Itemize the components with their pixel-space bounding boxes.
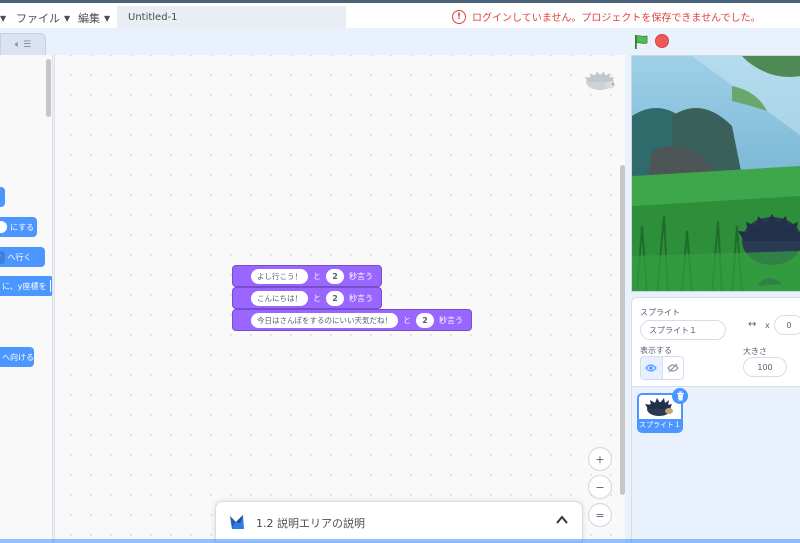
delete-sprite-button[interactable] — [672, 388, 688, 404]
zoom-in-button[interactable]: + — [588, 447, 612, 471]
tutorial-title: 1.2 説明エリアの説明 — [256, 517, 365, 530]
trash-icon — [676, 391, 684, 401]
x-position-input[interactable] — [774, 315, 800, 335]
stop-button[interactable] — [655, 34, 669, 48]
say-joiner-text: と — [313, 271, 321, 281]
target-dropdown[interactable]: ▾ — [0, 250, 5, 264]
show-button[interactable] — [641, 357, 662, 379]
palette-block-text: へ向ける — [2, 352, 34, 362]
sprite-list: スプライト１ — [631, 387, 800, 543]
edit-menu-label: 編集 — [78, 12, 100, 25]
sprite-label: スプライト — [640, 308, 680, 317]
say-message-input[interactable]: よし行こう！ — [251, 268, 308, 284]
eye-icon — [645, 364, 658, 372]
sprite-thumbnail-label: スプライト１ — [639, 419, 681, 431]
login-warning: ! ログインしていません。プロジェクトを保存できませんでした。 — [452, 9, 761, 24]
zoom-out-icon: − — [595, 480, 605, 494]
say-message-input[interactable]: こんにちは！ — [251, 290, 308, 306]
size-input[interactable] — [743, 357, 787, 377]
chevron-up-icon[interactable] — [555, 513, 569, 527]
say-for-secs-block[interactable]: 今日はさんぽをするのにいい天気だね！ と 2 秒言う — [232, 309, 472, 331]
say-seconds-input[interactable]: 2 — [326, 268, 344, 284]
code-area[interactable]: よし行こう！ と 2 秒言う こんにちは！ と 2 秒言う 今日はさんぽをするの… — [54, 55, 625, 543]
file-menu[interactable]: ファイル ▼ — [16, 8, 70, 28]
palette-block-set-direction[interactable]: にする — [0, 217, 37, 237]
palette-block-text: にする — [10, 222, 35, 232]
palette-block-go-to[interactable]: ▾ へ行く — [0, 247, 45, 267]
show-label: 表示する — [640, 346, 672, 355]
bottom-edge — [0, 539, 800, 543]
zoom-out-button[interactable]: − — [588, 475, 612, 499]
arrows-horizontal-icon: ↔ — [748, 319, 757, 330]
speaker-icon: 🔈︎ ☰ — [14, 39, 32, 50]
palette-block-go-to-xy[interactable]: に、y座標を — [0, 276, 52, 296]
hedgehog-sprite-icon — [585, 71, 615, 90]
eye-slash-icon — [667, 363, 679, 373]
say-seconds-input[interactable]: 2 — [326, 290, 344, 306]
zoom-reset-icon: = — [595, 508, 605, 522]
say-for-secs-block[interactable]: よし行こう！ と 2 秒言う — [232, 265, 382, 287]
login-warning-text: ログインしていません。プロジェクトを保存できませんでした。 — [472, 13, 761, 24]
say-message-input[interactable]: 今日はさんぽをするのにいい天気だね！ — [251, 312, 398, 328]
zoom-in-icon: + — [595, 452, 605, 466]
green-flag-icon[interactable] — [633, 34, 649, 50]
say-verb-text: 秒言う — [349, 271, 373, 281]
say-verb-text: 秒言う — [349, 293, 373, 303]
sprite-info-panel: スプライト ↔ x 表示する 大きさ — [631, 297, 800, 387]
chevron-down-icon: ▼ — [0, 13, 7, 23]
say-seconds-input[interactable]: 2 — [416, 312, 434, 328]
tutorial-card[interactable]: 1.2 説明エリアの説明 — [215, 501, 583, 543]
palette-scrollbar[interactable] — [46, 59, 51, 117]
alert-icon: ! — [452, 9, 466, 24]
tab-sounds[interactable]: 🔈︎ ☰ — [0, 33, 46, 55]
palette-block-text: に、y座標を — [2, 281, 47, 291]
file-menu-label: ファイル — [16, 12, 60, 25]
project-title-input[interactable] — [117, 6, 346, 29]
value-slot[interactable] — [0, 221, 7, 233]
palette-block-text: へ行く — [7, 252, 32, 262]
stage-backdrop — [632, 56, 800, 291]
palette-block-motion[interactable] — [0, 187, 5, 207]
say-joiner-text: と — [403, 315, 411, 325]
hide-button[interactable] — [661, 357, 683, 379]
chevron-down-icon: ▼ — [104, 13, 111, 23]
sprite-name-input[interactable] — [640, 320, 726, 340]
code-scrollbar[interactable] — [620, 165, 625, 495]
value-slot[interactable] — [49, 280, 51, 292]
size-label: 大きさ — [743, 347, 767, 356]
say-for-secs-block[interactable]: こんにちは！ と 2 秒言う — [232, 287, 382, 309]
palette-block-point-towards[interactable]: へ向ける — [0, 347, 34, 367]
chevron-down-icon: ▼ — [64, 13, 71, 23]
block-palette: にする ▾ へ行く に、y座標を へ向ける — [0, 55, 53, 543]
tutorial-logo-icon — [230, 515, 244, 529]
x-label: x — [765, 321, 770, 330]
edit-menu[interactable]: 編集 ▼ — [78, 8, 110, 28]
say-joiner-text: と — [313, 293, 321, 303]
menu-caret-truncated[interactable]: ▼ — [0, 8, 6, 28]
menu-bar: ▼ ファイル ▼ 編集 ▼ ! ログインしていません。プロジェクトを保存できませ… — [0, 0, 800, 29]
say-verb-text: 秒言う — [439, 315, 463, 325]
stage[interactable] — [631, 55, 800, 292]
visibility-toggle — [640, 356, 684, 380]
zoom-reset-button[interactable]: = — [588, 503, 612, 527]
